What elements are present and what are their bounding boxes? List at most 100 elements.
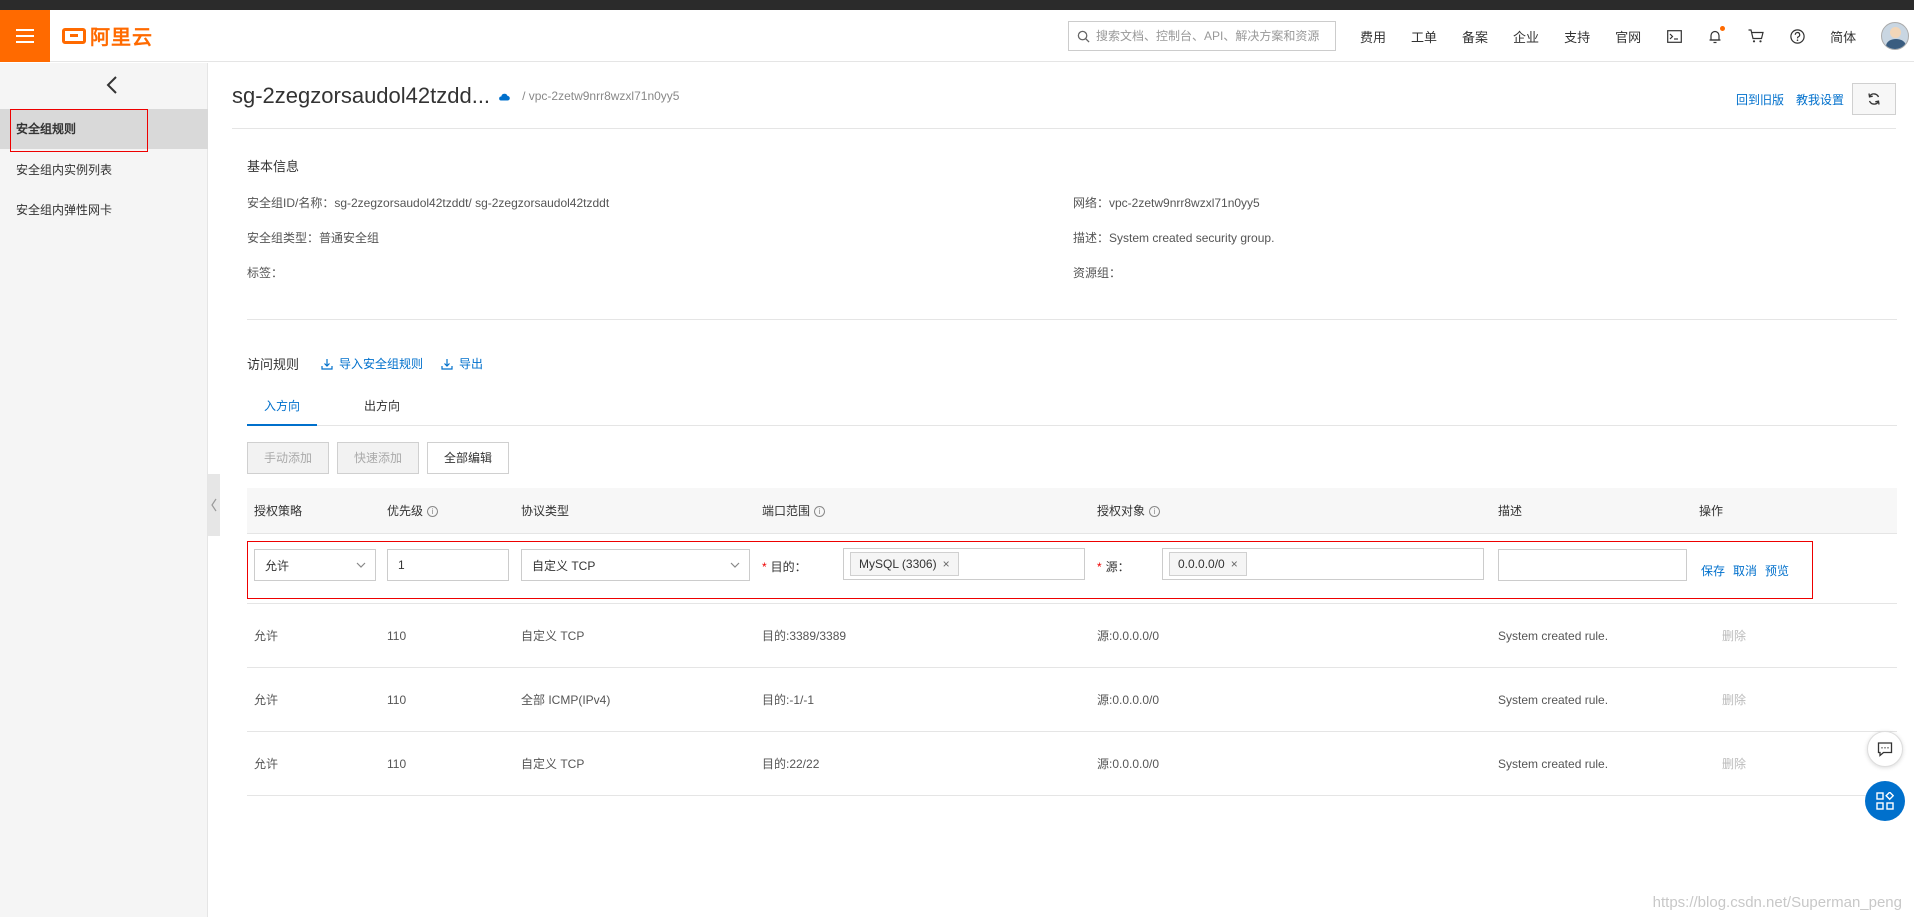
hamburger-icon <box>16 28 34 43</box>
chat-icon <box>1877 742 1893 757</box>
priority-value: 1 <box>398 558 405 572</box>
cell-protocol: 自定义 TCP <box>521 757 585 771</box>
sg-type: 安全组类型：普通安全组 <box>247 231 380 245</box>
cell-source: 源:0.0.0.0/0 <box>1097 757 1160 771</box>
sg-description: 描述：System created security group. <box>1073 231 1275 245</box>
aliyun-logo[interactable]: 阿里云 <box>62 21 153 50</box>
back-to-old-link[interactable]: 回到旧版 <box>1736 91 1784 108</box>
nav-support[interactable]: 支持 <box>1564 27 1590 46</box>
quick-add-button[interactable]: 快速添加 <box>337 442 420 474</box>
cancel-link[interactable]: 取消 <box>1733 562 1757 579</box>
nav-enterprise[interactable]: 企业 <box>1513 27 1539 46</box>
priority-input[interactable]: 1 <box>387 549 509 581</box>
col-actions: 操作 <box>1699 504 1724 518</box>
cell-protocol: 自定义 TCP <box>521 629 585 643</box>
table-row: 允许 110 自定义 TCP 目的:3389/3389 源:0.0.0.0/0 … <box>247 604 1897 668</box>
info-icon[interactable]: i <box>1149 505 1161 517</box>
cell-priority: 110 <box>387 757 407 771</box>
nav-icp[interactable]: 备案 <box>1462 27 1488 46</box>
cell-protocol: 全部 ICMP(IPv4) <box>521 693 611 707</box>
divider <box>247 319 1897 320</box>
refresh-button[interactable] <box>1852 83 1896 115</box>
cell-description: System created rule. <box>1498 629 1609 643</box>
logo-text: 阿里云 <box>90 27 153 49</box>
manual-add-button[interactable]: 手动添加 <box>247 442 330 474</box>
nav-official[interactable]: 官网 <box>1615 27 1641 46</box>
export-link[interactable]: 导出 <box>441 355 483 372</box>
info-icon[interactable]: i <box>427 505 439 517</box>
sidebar-item-instances[interactable]: 安全组内实例列表 <box>0 150 208 190</box>
dest-tag[interactable]: MySQL (3306) × <box>850 552 959 576</box>
import-rules-label: 导入安全组规则 <box>339 357 424 371</box>
import-icon <box>321 358 333 370</box>
direction-tabs: 入方向 出方向 <box>247 390 1897 426</box>
protocol-select[interactable]: 自定义 TCP <box>521 549 750 581</box>
search-input[interactable] <box>1096 29 1326 43</box>
cell-port: 目的:3389/3389 <box>762 629 847 643</box>
delete-link[interactable]: 删除 <box>1722 668 1746 732</box>
main-content: sg-2zegzorsaudol42tzdd... / vpc-2zetw9nr… <box>209 63 1914 917</box>
cloud-icon[interactable] <box>498 92 510 101</box>
search-icon <box>1077 30 1090 43</box>
divider <box>232 128 1896 129</box>
close-icon[interactable]: × <box>943 553 950 575</box>
top-bar: 阿里云 费用 工单 备案 企业 支持 官网 简体 <box>0 9 1914 62</box>
cell-priority: 110 <box>387 693 407 707</box>
source-input[interactable]: 0.0.0.0/0 × <box>1162 548 1484 580</box>
feedback-button[interactable] <box>1867 731 1903 767</box>
apps-icon <box>1876 792 1894 810</box>
col-policy: 授权策略 <box>254 504 303 518</box>
global-search[interactable] <box>1068 21 1336 51</box>
delete-link[interactable]: 删除 <box>1722 604 1746 668</box>
protocol-value: 自定义 TCP <box>532 558 596 573</box>
dest-port-input[interactable]: MySQL (3306) × <box>843 548 1085 580</box>
language-switch[interactable]: 简体 <box>1830 27 1856 46</box>
logo-icon <box>62 27 86 44</box>
sidebar-item-eni[interactable]: 安全组内弹性网卡 <box>0 190 208 230</box>
info-icon[interactable]: i <box>814 505 826 517</box>
cell-priority: 110 <box>387 629 407 643</box>
cart-icon[interactable] <box>1748 28 1764 44</box>
delete-link[interactable]: 删除 <box>1722 732 1746 796</box>
source-tag[interactable]: 0.0.0.0/0 × <box>1169 552 1247 576</box>
chevron-down-icon <box>730 562 740 568</box>
col-protocol: 协议类型 <box>521 504 570 518</box>
cell-port: 目的:-1/-1 <box>762 693 815 707</box>
description-input[interactable] <box>1498 549 1687 581</box>
back-button[interactable] <box>100 73 124 97</box>
nav-tickets[interactable]: 工单 <box>1411 27 1437 46</box>
browser-top-strip <box>0 0 1914 10</box>
cell-port: 目的:22/22 <box>762 757 820 771</box>
breadcrumb[interactable]: / vpc-2zetw9nrr8wzxl71n0yy5 <box>522 89 679 103</box>
terminal-icon[interactable] <box>1666 28 1682 44</box>
tab-outbound[interactable]: 出方向 <box>347 390 417 426</box>
cell-policy: 允许 <box>254 629 279 643</box>
apps-button[interactable] <box>1865 781 1905 821</box>
preview-link[interactable]: 预览 <box>1765 562 1789 579</box>
header-actions: 回到旧版 教我设置 <box>1736 83 1896 115</box>
close-icon[interactable]: × <box>1231 553 1238 575</box>
watermark: https://blog.csdn.net/Superman_peng <box>1652 894 1902 911</box>
policy-select[interactable]: 允许 <box>254 549 376 581</box>
chevron-down-icon <box>356 562 366 568</box>
menu-button[interactable] <box>0 9 50 62</box>
edit-rule-row: 允许 1 自定义 TCP * 目的： MySQL (3306) × * 源： 0.0.… <box>247 534 1897 604</box>
cell-policy: 允许 <box>254 757 279 771</box>
help-icon[interactable] <box>1789 28 1805 44</box>
access-rules-title: 访问规则 <box>247 357 300 372</box>
sg-tags: 标签： <box>247 266 284 280</box>
save-link[interactable]: 保存 <box>1701 562 1725 579</box>
edit-all-button[interactable]: 全部编辑 <box>427 442 510 474</box>
bell-icon[interactable] <box>1707 26 1726 44</box>
tutorial-link[interactable]: 教我设置 <box>1796 91 1844 108</box>
col-priority: 优先级 i <box>387 488 439 534</box>
import-rules-link[interactable]: 导入安全组规则 <box>321 355 423 372</box>
col-port-range: 端口范围 i <box>762 488 826 534</box>
user-avatar[interactable] <box>1881 22 1910 50</box>
nav-fees[interactable]: 费用 <box>1360 27 1386 46</box>
tab-inbound[interactable]: 入方向 <box>247 390 317 426</box>
sg-id-name: 安全组ID/名称：sg-2zegzorsaudol42tzddt/ sg-2ze… <box>247 196 610 210</box>
access-rules-header: 访问规则 导入安全组规则 导出 <box>247 354 483 373</box>
top-nav: 费用 工单 备案 企业 支持 官网 简体 <box>1360 10 1910 62</box>
cell-description: System created rule. <box>1498 757 1609 771</box>
